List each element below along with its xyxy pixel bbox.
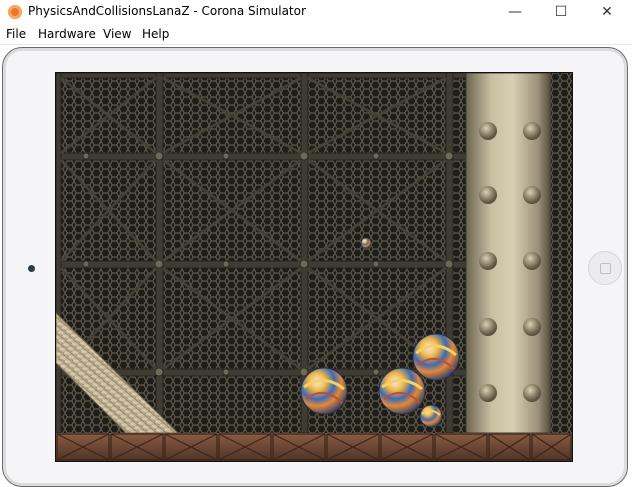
marble-ball-2 bbox=[300, 367, 348, 415]
marble-ball-1 bbox=[412, 333, 460, 381]
close-button[interactable]: ✕ bbox=[584, 0, 630, 24]
marble-ball-5 bbox=[360, 237, 372, 249]
crate-floor bbox=[56, 433, 572, 461]
marble-ball-4 bbox=[419, 404, 443, 428]
menu-hardware[interactable]: Hardware bbox=[38, 27, 96, 41]
title-bar: PhysicsAndCollisionsLanaZ - Corona Simul… bbox=[0, 0, 632, 24]
menu-help[interactable]: Help bbox=[142, 27, 169, 41]
maximize-button[interactable]: ☐ bbox=[538, 0, 584, 24]
menu-file[interactable]: File bbox=[6, 27, 26, 41]
minimize-button[interactable]: — bbox=[492, 0, 538, 24]
marble-ball-3 bbox=[378, 367, 426, 415]
window-title: PhysicsAndCollisionsLanaZ - Corona Simul… bbox=[28, 4, 306, 18]
menu-view[interactable]: View bbox=[103, 27, 131, 41]
home-square-icon bbox=[600, 263, 611, 274]
corona-app-icon bbox=[8, 5, 22, 19]
camera-icon bbox=[28, 265, 35, 272]
home-button[interactable] bbox=[588, 251, 622, 285]
game-screen[interactable] bbox=[55, 72, 573, 462]
menu-bar: File Hardware View Help bbox=[0, 24, 632, 45]
